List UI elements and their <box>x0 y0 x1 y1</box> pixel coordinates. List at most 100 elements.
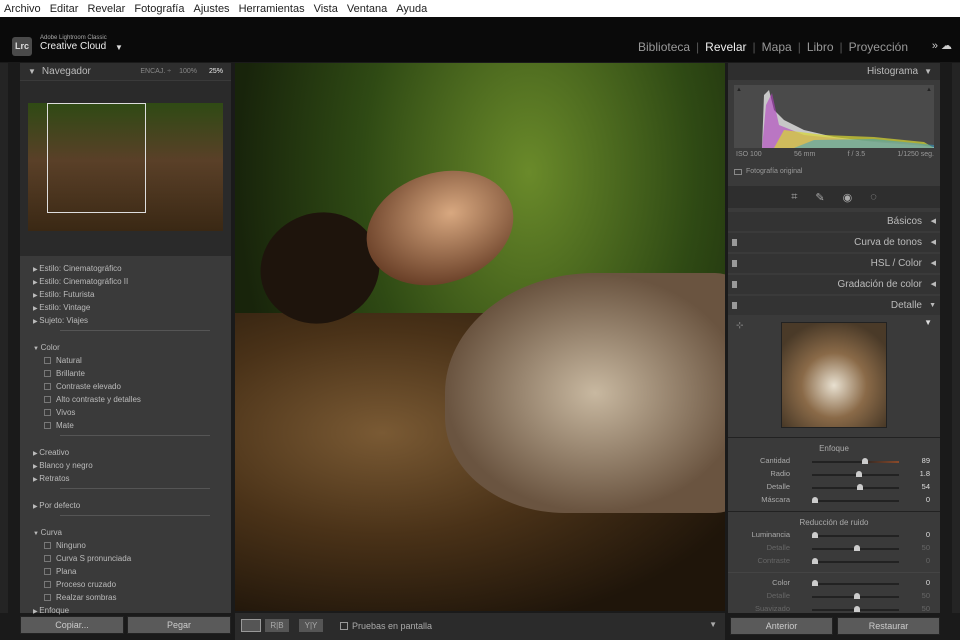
left-edge[interactable] <box>0 63 8 613</box>
slider-knob[interactable] <box>812 532 818 538</box>
paste-button[interactable]: Pegar <box>127 616 231 634</box>
menu-ajustes[interactable]: Ajustes <box>193 3 229 15</box>
module-mapa[interactable]: Mapa <box>756 40 798 54</box>
slider-value[interactable]: 0 <box>926 556 930 565</box>
module-libro[interactable]: Libro <box>801 40 840 54</box>
healing-icon[interactable]: ✎ <box>815 191 824 204</box>
preset-group[interactable]: ▶ Por defecto <box>33 501 80 510</box>
collapse-icon[interactable]: ▼ <box>28 67 36 76</box>
slider-knob[interactable] <box>854 606 860 612</box>
slider-value[interactable]: 0 <box>926 578 930 587</box>
slider-track[interactable] <box>812 500 899 502</box>
panel-switch[interactable] <box>732 302 737 309</box>
slider-value[interactable]: 50 <box>922 543 930 552</box>
slider-detalle[interactable]: Detalle 50 <box>728 543 940 555</box>
slider-detalle[interactable]: Detalle 50 <box>728 591 940 603</box>
menu-ventana[interactable]: Ventana <box>347 3 387 15</box>
section-detalle[interactable]: Detalle ▼ <box>728 296 940 315</box>
main-photo[interactable] <box>235 63 725 611</box>
slider-track[interactable] <box>812 461 899 463</box>
preset-group[interactable]: ▶ Sujeto: Viajes <box>33 316 88 325</box>
cloud-icon[interactable]: ☁ <box>941 40 952 52</box>
previous-button[interactable]: Anterior <box>730 617 833 635</box>
zoom-100[interactable]: 100% <box>179 68 197 75</box>
preset-group[interactable]: ▶ Enfoque <box>33 606 69 615</box>
slider-value[interactable]: 54 <box>922 482 930 491</box>
slider-color[interactable]: Color 0 <box>728 578 940 590</box>
preset-group[interactable]: ▶ Estilo: Cinematográfico <box>33 264 122 273</box>
slider-track[interactable] <box>812 487 899 489</box>
slider-knob[interactable] <box>854 593 860 599</box>
preset-item[interactable]: Plana <box>44 567 76 576</box>
section-hsl-color[interactable]: HSL / Color ◀ <box>728 254 940 273</box>
menu-archivo[interactable]: Archivo <box>4 3 41 15</box>
zoom-25[interactable]: 25% <box>209 68 223 75</box>
menu-herramientas[interactable]: Herramientas <box>239 3 305 15</box>
toolbar-menu-icon[interactable]: ▼ <box>709 620 717 629</box>
module-revelar[interactable]: Revelar <box>699 40 752 54</box>
menu-fotografía[interactable]: Fotografía <box>134 3 184 15</box>
soft-proof-checkbox[interactable] <box>340 622 348 630</box>
histogram[interactable]: ▲ ▲ <box>734 85 934 148</box>
loupe-view-button[interactable] <box>241 619 261 632</box>
target-icon[interactable]: ⊹ <box>736 320 744 331</box>
copy-button[interactable]: Copiar... <box>20 616 124 634</box>
preset-item[interactable]: Vivos <box>44 408 75 417</box>
crop-icon[interactable]: ⌗ <box>791 191 797 204</box>
slider-track[interactable] <box>812 583 899 585</box>
preset-group[interactable]: ▶ Estilo: Cinematográfico II <box>33 277 128 286</box>
slider-detalle[interactable]: Detalle 54 <box>728 482 940 494</box>
slider-track[interactable] <box>812 561 899 563</box>
slider-knob[interactable] <box>854 545 860 551</box>
zoom-fit[interactable]: ENCAJ. ÷ <box>140 68 171 75</box>
slider-knob[interactable] <box>857 484 864 490</box>
preset-item[interactable]: Realzar sombras <box>44 593 116 602</box>
more-modules-icon[interactable]: » <box>932 40 938 52</box>
slider-track[interactable] <box>812 535 899 537</box>
panel-switch[interactable] <box>732 239 737 246</box>
detail-preview[interactable] <box>781 322 887 428</box>
preset-item[interactable]: Curva S pronunciada <box>44 554 131 563</box>
slider-knob[interactable] <box>861 458 868 464</box>
preset-item[interactable]: Natural <box>44 356 82 365</box>
preset-item[interactable]: Mate <box>44 421 74 430</box>
menu-editar[interactable]: Editar <box>50 3 79 15</box>
preset-group[interactable]: ▶ Blanco y negro <box>33 461 93 470</box>
slider-knob[interactable] <box>812 558 818 564</box>
slider-value[interactable]: 50 <box>922 591 930 600</box>
menu-ayuda[interactable]: Ayuda <box>396 3 427 15</box>
menu-vista[interactable]: Vista <box>314 3 338 15</box>
slider-radio[interactable]: Radio 1.8 <box>728 469 940 481</box>
preset-item[interactable]: Ninguno <box>44 541 86 550</box>
preset-group[interactable]: ▼ Curva <box>33 528 62 537</box>
slider-suavizado[interactable]: Suavizado 50 <box>728 604 940 616</box>
slider-contraste[interactable]: Contraste 0 <box>728 556 940 568</box>
slider-value[interactable]: 89 <box>922 456 930 465</box>
preset-group[interactable]: ▶ Retratos <box>33 474 70 483</box>
preset-group[interactable]: ▶ Estilo: Vintage <box>33 303 90 312</box>
highlight-clip-icon[interactable]: ▲ <box>926 87 932 93</box>
shadow-clip-icon[interactable]: ▲ <box>736 87 742 93</box>
preview-toggle-icon[interactable]: ▼ <box>924 318 932 327</box>
slider-knob[interactable] <box>812 580 818 586</box>
module-biblioteca[interactable]: Biblioteca <box>632 40 696 54</box>
chevron-down-icon[interactable]: ▼ <box>115 43 123 52</box>
preset-item[interactable]: Proceso cruzado <box>44 580 116 589</box>
preset-group[interactable]: ▶ Estilo: Futurista <box>33 290 94 299</box>
slider-luminancia[interactable]: Luminancia 0 <box>728 530 940 542</box>
panel-switch[interactable] <box>732 260 737 267</box>
survey-view-button[interactable]: Y|Y <box>299 619 323 632</box>
module-proyección[interactable]: Proyección <box>843 40 914 54</box>
slider-value[interactable]: 0 <box>926 495 930 504</box>
original-photo-checkbox[interactable] <box>734 169 742 175</box>
slider-cantidad[interactable]: Cantidad 89 <box>728 456 940 468</box>
preset-item[interactable]: Brillante <box>44 369 85 378</box>
slider-value[interactable]: 0 <box>926 530 930 539</box>
red-eye-icon[interactable]: ◉ <box>843 191 853 204</box>
compare-view-button[interactable]: R|B <box>265 619 289 632</box>
navigator-header[interactable]: ▼ Navegador ENCAJ. ÷ 100% 25% <box>20 63 231 80</box>
section-curva-de-tonos[interactable]: Curva de tonos ◀ <box>728 233 940 252</box>
account-name[interactable]: Creative Cloud <box>40 41 106 52</box>
preset-item[interactable]: Contraste elevado <box>44 382 121 391</box>
menu-revelar[interactable]: Revelar <box>87 3 125 15</box>
